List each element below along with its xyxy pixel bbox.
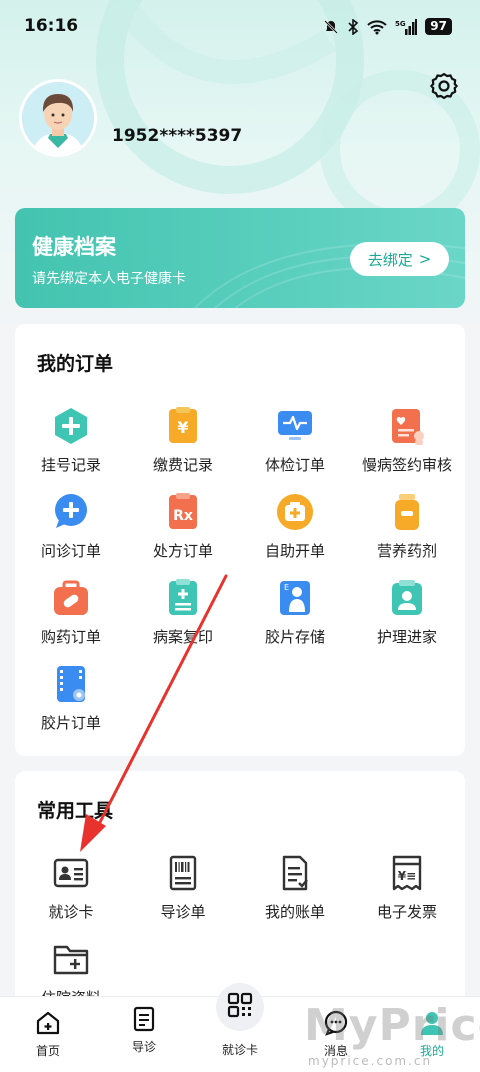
mute-bell-icon <box>323 19 339 35</box>
tool-item-label: 就诊卡 <box>48 903 94 921</box>
order-item-label: 胶片订单 <box>40 714 101 732</box>
svg-text:5G: 5G <box>395 20 406 28</box>
order-item-label: 挂号记录 <box>40 456 101 474</box>
film-icon <box>51 664 91 704</box>
status-bar: 16:16 5G 97 <box>0 0 480 56</box>
order-item-label: 营养药剂 <box>376 542 437 560</box>
order-item-checkup[interactable]: 体检订单 <box>239 406 351 475</box>
xray-icon: E <box>275 578 315 618</box>
svg-text:Rx: Rx <box>173 508 193 524</box>
nav-label: 就诊卡 <box>221 1043 258 1057</box>
id-card-icon <box>51 853 91 893</box>
watermark-url: myprice.com.cn <box>308 1054 433 1068</box>
bind-button[interactable]: 去绑定 > <box>350 242 449 276</box>
avatar[interactable] <box>19 79 97 157</box>
order-item-label: 处方订单 <box>152 542 213 560</box>
settings-icon[interactable] <box>428 70 460 102</box>
bottle-icon <box>387 492 427 532</box>
order-item-record-copy[interactable]: 病案复印 <box>127 578 239 647</box>
tool-item-visit-card[interactable]: 就诊卡 <box>15 853 127 922</box>
medical-kit-icon <box>275 492 315 532</box>
my-orders-card: 我的订单 挂号记录 ¥ 缴费记录 体检订单 慢病签约审核 问诊订单 Rx 处方订… <box>15 324 465 756</box>
pill-box-icon <box>51 578 91 618</box>
order-item-film-order[interactable]: 胶片订单 <box>15 664 127 733</box>
svg-text:¥≡: ¥≡ <box>398 869 416 883</box>
wifi-icon <box>367 19 387 35</box>
nav-item-guide[interactable]: 导诊 <box>96 1005 192 1055</box>
order-item-nutrition[interactable]: 营养药剂 <box>351 492 463 561</box>
order-item-label: 自助开单 <box>264 542 325 560</box>
plus-icon <box>51 406 91 446</box>
health-record-subtitle: 请先绑定本人电子健康卡 <box>32 271 186 287</box>
nurse-icon <box>387 578 427 618</box>
folder-plus-icon <box>51 939 91 979</box>
chat-plus-icon <box>51 492 91 532</box>
tool-item-my-bill[interactable]: 我的账单 <box>239 853 351 922</box>
watermark-brand: MyPrice <box>304 1000 480 1051</box>
bind-button-label: 去绑定 <box>367 250 413 269</box>
tool-item-label: 电子发票 <box>376 903 437 921</box>
health-record-card[interactable]: 健康档案 请先绑定本人电子健康卡 去绑定 > <box>15 208 465 308</box>
tool-item-label: 导诊单 <box>160 903 206 921</box>
svg-text:E: E <box>284 583 289 592</box>
qr-icon <box>226 991 254 1023</box>
nav-item-visit-card[interactable]: 就诊卡 <box>192 1041 288 1058</box>
order-item-registration[interactable]: 挂号记录 <box>15 406 127 475</box>
order-item-label: 慢病签约审核 <box>361 456 452 474</box>
home-icon <box>34 1009 62 1037</box>
order-item-payment[interactable]: ¥ 缴费记录 <box>127 406 239 475</box>
health-record-title: 健康档案 <box>32 235 116 259</box>
battery-indicator: 97 <box>425 18 452 35</box>
order-item-label: 购药订单 <box>40 628 101 646</box>
bill-icon <box>275 853 315 893</box>
invoice-icon: ¥≡ <box>387 853 427 893</box>
guide-icon <box>130 1005 158 1033</box>
nav-label: 首页 <box>35 1044 60 1058</box>
barcode-doc-icon <box>163 853 203 893</box>
order-item-label: 胶片存储 <box>264 628 325 646</box>
clipboard-icon <box>163 578 203 618</box>
order-item-label: 病案复印 <box>152 628 213 646</box>
order-item-self-service[interactable]: 自助开单 <box>239 492 351 561</box>
common-tools-card: 常用工具 就诊卡 导诊单 我的账单 ¥≡ 电子发票 住院资料 <box>15 771 465 1011</box>
order-item-label: 体检订单 <box>264 456 325 474</box>
svg-text:¥: ¥ <box>177 418 188 437</box>
heart-doc-icon <box>387 406 427 446</box>
order-item-home-nursing[interactable]: 护理进家 <box>351 578 463 647</box>
common-tools-title: 常用工具 <box>37 800 114 822</box>
signal-icon: 5G <box>395 18 418 35</box>
order-item-label: 缴费记录 <box>152 456 213 474</box>
monitor-pulse-icon <box>275 406 315 446</box>
order-item-label: 护理进家 <box>376 628 437 646</box>
order-item-consultation[interactable]: 问诊订单 <box>15 492 127 561</box>
chevron-right-icon: > <box>418 250 432 268</box>
user-phone: 1952****5397 <box>112 126 243 146</box>
tool-item-guide-sheet[interactable]: 导诊单 <box>127 853 239 922</box>
avatar-image <box>22 82 94 154</box>
tool-item-e-invoice[interactable]: ¥≡ 电子发票 <box>351 853 463 922</box>
nav-center-qr-button[interactable] <box>216 983 264 1031</box>
nav-item-home[interactable]: 首页 <box>0 1009 96 1059</box>
bluetooth-icon <box>347 18 359 35</box>
yen-bill-icon: ¥ <box>163 406 203 446</box>
order-item-medicine[interactable]: 购药订单 <box>15 578 127 647</box>
my-orders-title: 我的订单 <box>37 353 114 375</box>
status-time: 16:16 <box>24 16 79 36</box>
order-item-chronic-review[interactable]: 慢病签约审核 <box>351 406 463 475</box>
order-item-prescription[interactable]: Rx 处方订单 <box>127 492 239 561</box>
nav-label: 导诊 <box>131 1040 156 1054</box>
order-item-film-storage[interactable]: E 胶片存储 <box>239 578 351 647</box>
rx-icon: Rx <box>163 492 203 532</box>
order-item-label: 问诊订单 <box>40 542 101 560</box>
tool-item-label: 我的账单 <box>264 903 325 921</box>
status-icons: 5G 97 <box>323 18 452 35</box>
